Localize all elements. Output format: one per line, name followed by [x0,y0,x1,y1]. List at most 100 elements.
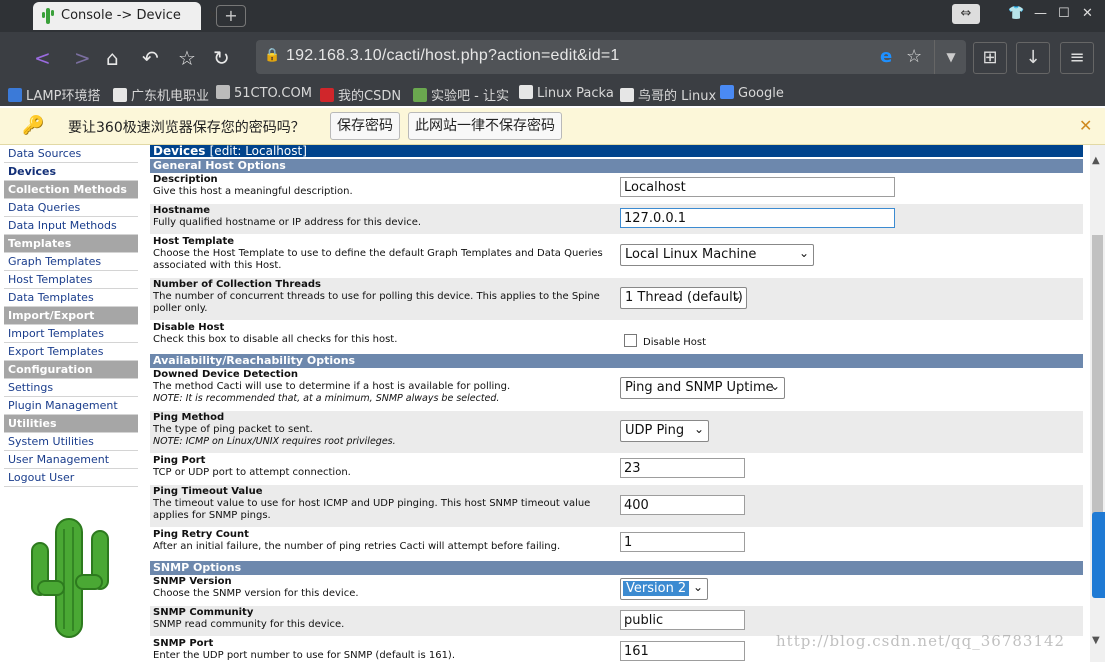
bookmark-star-icon[interactable]: ☆ [906,46,922,67]
bookmark-item[interactable]: 我的CSDN [320,85,401,104]
sidebar-item[interactable]: Settings [4,379,138,397]
ie-engine-icon[interactable]: e [880,46,892,67]
sidebar-section-header: Configuration [4,361,138,379]
back-icon[interactable]: < [34,46,51,70]
sidebar-item[interactable]: User Management [4,451,138,469]
address-bar[interactable]: 🔒 192.168.3.10/cacti/host.php?action=edi… [256,40,966,74]
scroll-thumb[interactable] [1092,235,1103,515]
sidebar-item[interactable]: Logout User [4,469,138,487]
sidebar-item[interactable]: Plugin Management [4,397,138,415]
browser-tab[interactable]: Console -> Device ✕ [33,2,220,30]
field-control: 1 [620,532,745,552]
field-label: Disable Host Check this box to disable al… [153,322,615,346]
bookmark-item[interactable]: LAMP环境搭 [8,85,101,104]
bookmarks-bar: LAMP环境搭 广东机电职业 51CTO.COM 我的CSDN 实验吧 - 让实… [0,82,1105,106]
form-row: Downed Device Detection The method Cacti … [150,368,1083,411]
close-infobar-icon[interactable]: ✕ [1079,116,1092,135]
page-icon [620,88,634,102]
console-menu: Data Sources Devices Collection Methods Dat… [4,145,138,487]
bookmark-icon [8,88,22,102]
downed-device-detection-select[interactable]: Ping and SNMP Uptime ⌄ [620,377,785,399]
url-text[interactable]: 192.168.3.10/cacti/host.php?action=edit&… [286,47,620,65]
page-icon [519,85,533,99]
snmp-community-input[interactable]: public [620,610,745,630]
form-row: Host Template Choose the Host Template to… [150,235,1083,278]
sidebar-section-header: Import/Export [4,307,138,325]
google-icon [720,85,734,99]
never-save-button[interactable]: 此网站一律不保存密码 [408,112,562,140]
sidebar-item[interactable]: Data Input Methods [4,217,138,235]
sidebar-item[interactable]: Export Templates [4,343,138,361]
field-description: Choose the Host Template to use to defin… [153,248,603,271]
field-name: Disable Host [153,322,225,333]
sidebar-item[interactable]: System Utilities [4,433,138,451]
field-name: Downed Device Detection [153,369,298,380]
host-template-select[interactable]: Local Linux Machine ⌄ [620,244,814,266]
field-description: Fully qualified hostname or IP address f… [153,217,422,228]
field-control: Version 2 ⌄ [620,578,708,600]
sidebar-item[interactable]: Devices [4,163,138,181]
field-label: SNMP Community SNMP read community for th… [153,607,615,631]
sidebar-item[interactable]: Data Queries [4,199,138,217]
form-row: Disable Host Check this box to disable al… [150,321,1083,352]
title-bar: Console -> Device ✕ + ⇔ 👕 — ☐ ✕ [0,0,1105,32]
ping-retry-count-input[interactable]: 1 [620,532,745,552]
snmp-version-select[interactable]: Version 2 ⌄ [620,578,708,600]
sidebar-item[interactable]: Host Templates [4,271,138,289]
infobar-message: 要让360极速浏览器保存您的密码吗？ [68,120,305,136]
menu-icon[interactable]: ≡ [1060,42,1094,74]
sidebar-item[interactable]: Graph Templates [4,253,138,271]
minimize-icon[interactable]: — [1034,6,1047,21]
sidebar-item[interactable]: Import Templates [4,325,138,343]
new-tab-button[interactable]: + [216,5,246,27]
page-title-text: Devices [153,145,206,157]
address-dropdown-icon[interactable]: ▼ [934,40,967,74]
form-row: Ping Port TCP or UDP port to attempt conn… [150,454,1083,485]
bookmark-item[interactable]: 51CTO.COM [216,85,312,101]
description-input[interactable]: Localhost [620,177,895,197]
field-label: Downed Device Detection The method Cacti … [153,369,615,405]
ping-method-select[interactable]: UDP Ping ⌄ [620,420,709,442]
apps-grid-icon[interactable]: ⊞ [973,42,1007,74]
sidebar-item[interactable]: Data Sources [4,145,138,163]
download-icon[interactable]: ↓ [1016,42,1050,74]
hostname-input[interactable]: 127.0.0.1 [620,208,895,228]
save-password-button[interactable]: 保存密码 [330,112,400,140]
side-panel-tab[interactable] [1092,512,1105,598]
sidebar-item[interactable]: Data Templates [4,289,138,307]
scroll-down-icon[interactable]: ▼ [1092,635,1100,646]
bookmark-item[interactable]: 实验吧 - 让实 [413,85,509,104]
bookmark-item[interactable]: 广东机电职业 [113,85,209,104]
skin-icon[interactable]: 👕 [1008,6,1024,21]
key-icon: 🔑 [22,115,45,136]
scroll-up-icon[interactable]: ▲ [1092,155,1100,166]
field-name: SNMP Version [153,576,232,587]
field-description: Choose the SNMP version for this device. [153,588,359,599]
ping-timeout-value-input[interactable]: 400 [620,495,745,515]
navigation-bar: < > ⌂ ↶ ☆ ↻ 🔒 192.168.3.10/cacti/host.ph… [0,32,1105,82]
ping-port-input[interactable]: 23 [620,458,745,478]
sidebar-section-header: Collection Methods [4,181,138,199]
bookmark-item[interactable]: 鸟哥的 Linux [620,85,716,104]
bookmark-item[interactable]: Google [720,85,784,101]
home-icon[interactable]: ⌂ [106,46,119,70]
favorite-star-icon[interactable]: ☆ [178,46,196,70]
reload-icon[interactable]: ↻ [213,46,230,70]
fullscreen-icon[interactable]: ⇔ [952,4,980,24]
cacti-favicon-icon [42,8,54,24]
form-row: Number of Collection Threads The number o… [150,278,1083,321]
undo-icon[interactable]: ↶ [142,46,159,70]
maximize-icon[interactable]: ☐ [1058,6,1070,21]
cacti-page: Data Sources Devices Collection Methods Dat… [0,145,1090,662]
number-of-collection-threads-select[interactable]: 1 Thread (default) ⌄ [620,287,747,309]
field-note: NOTE: It is recommended that, at a minim… [153,393,500,404]
bookmark-item[interactable]: Linux Packa [519,85,614,101]
field-label: Number of Collection Threads The number o… [153,279,615,315]
form-row: SNMP Version Choose the SNMP version for … [150,575,1083,606]
field-label: Ping Retry Count After an initial failure… [153,529,615,553]
forward-icon[interactable]: > [74,46,91,70]
field-label: Description Give this host a meaningful d… [153,174,615,198]
disable-host-checkbox[interactable] [624,334,637,347]
close-window-icon[interactable]: ✕ [1082,6,1093,21]
snmp-port-input[interactable]: 161 [620,641,745,661]
